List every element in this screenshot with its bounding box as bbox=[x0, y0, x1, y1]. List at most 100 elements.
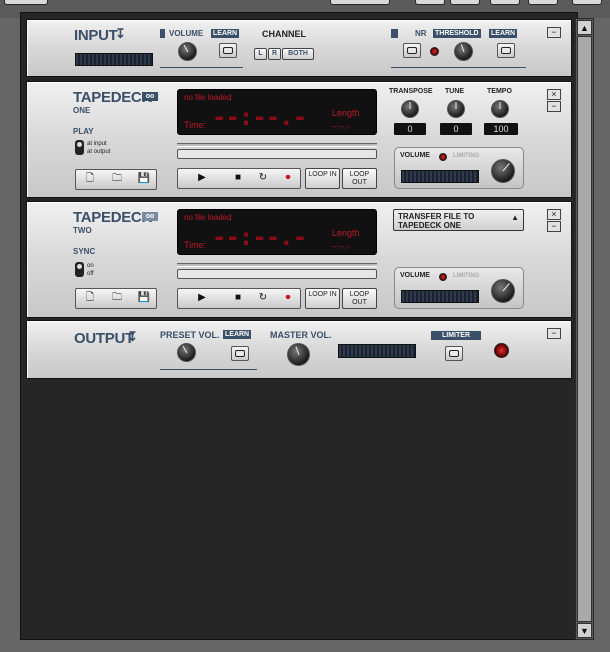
position-slider[interactable] bbox=[177, 269, 377, 279]
threshold-knob[interactable] bbox=[454, 42, 473, 61]
channel-label: CHANNEL bbox=[262, 29, 306, 39]
loop-icon[interactable]: ↻ bbox=[252, 289, 274, 307]
position-slider[interactable] bbox=[177, 149, 377, 159]
transpose-value[interactable]: 0 bbox=[394, 123, 426, 135]
scroll-up-icon[interactable]: ▲ bbox=[577, 20, 592, 35]
play-source-toggle[interactable] bbox=[75, 140, 84, 155]
tapedeck-one-title: TAPEDECK bbox=[73, 89, 152, 106]
volume-section: VOLUME LIMITING bbox=[394, 267, 524, 309]
volume-label: VOLUME bbox=[169, 29, 204, 38]
new-file-icon[interactable]: 🗋 bbox=[77, 289, 103, 307]
output-level-meter bbox=[338, 344, 416, 358]
time-label: Time: bbox=[184, 240, 207, 250]
input-panel: INPUT ↧ VOLUME LEARN CHANNEL L R BOTH NR… bbox=[26, 19, 572, 77]
tapedeck-one-display: no file loaded Time: --:--.- Length --:-… bbox=[177, 89, 377, 135]
minimize-icon[interactable]: − bbox=[547, 27, 561, 38]
input-arrow-icon: ↧ bbox=[115, 26, 126, 41]
volume-section: VOLUME LIMITING bbox=[394, 147, 524, 189]
volume-learn-button[interactable] bbox=[219, 43, 237, 58]
stop-icon[interactable]: ■ bbox=[227, 289, 249, 307]
scroll-down-icon[interactable]: ▼ bbox=[577, 623, 592, 638]
minimize-icon[interactable]: − bbox=[547, 328, 561, 339]
volume-knob[interactable] bbox=[491, 279, 515, 303]
position-wind-bar[interactable] bbox=[177, 143, 377, 147]
loop-in-button[interactable]: LOOP IN bbox=[305, 168, 340, 189]
toolbar-button[interactable] bbox=[415, 0, 445, 5]
nr-marker-icon bbox=[391, 29, 398, 38]
limiting-led-icon bbox=[439, 273, 447, 281]
open-folder-icon[interactable]: 🗀 bbox=[104, 289, 130, 307]
tempo-knob[interactable] bbox=[491, 100, 509, 118]
volume-label: VOLUME bbox=[400, 152, 430, 159]
open-folder-icon[interactable]: 🗀 bbox=[104, 170, 130, 188]
volume-label: VOLUME bbox=[400, 272, 430, 279]
transpose-knob[interactable] bbox=[401, 100, 419, 118]
file-status: no file loaded bbox=[184, 213, 232, 222]
volume-meter bbox=[401, 290, 479, 303]
minimize-icon[interactable]: − bbox=[547, 221, 561, 232]
close-icon[interactable]: × bbox=[547, 209, 561, 220]
cassette-icon: oo bbox=[142, 212, 158, 221]
length-label: Length bbox=[332, 228, 360, 238]
transfer-file-dropdown[interactable]: TRANSFER FILE TO TAPEDECK ONE ▲ bbox=[393, 209, 524, 231]
preset-vol-knob[interactable] bbox=[177, 343, 196, 362]
loop-out-button[interactable]: LOOP OUT bbox=[342, 288, 377, 309]
position-wind-bar[interactable] bbox=[177, 263, 377, 267]
tapedeck-two-panel: TAPEDECK oo TWO SYNC on off 🗋 🗀 💾 no fil… bbox=[26, 201, 572, 318]
master-vol-knob[interactable] bbox=[287, 343, 310, 366]
record-icon[interactable]: ⏺ bbox=[277, 289, 299, 307]
tempo-value[interactable]: 100 bbox=[484, 123, 518, 135]
tune-value[interactable]: 0 bbox=[440, 123, 472, 135]
play-icon[interactable]: ▶ bbox=[187, 289, 217, 307]
output-title: OUTPUT bbox=[74, 330, 134, 347]
channel-r-button[interactable]: R bbox=[268, 48, 281, 60]
toolbar-button[interactable] bbox=[450, 0, 480, 5]
threshold-learn-button[interactable] bbox=[497, 43, 515, 58]
tapedeck-one-subtitle: ONE bbox=[73, 106, 91, 115]
channel-l-button[interactable]: L bbox=[254, 48, 267, 60]
input-title: INPUT bbox=[74, 27, 118, 44]
tapedeck-two-subtitle: TWO bbox=[73, 226, 92, 235]
threshold-label: THRESHOLD bbox=[433, 29, 481, 38]
record-icon[interactable]: ⏺ bbox=[277, 169, 299, 187]
minimize-icon[interactable]: − bbox=[547, 101, 561, 112]
stop-icon[interactable]: ■ bbox=[227, 169, 249, 187]
channel-both-button[interactable]: BOTH bbox=[282, 48, 314, 60]
loop-icon[interactable]: ↻ bbox=[252, 169, 274, 187]
play-icon[interactable]: ▶ bbox=[187, 169, 217, 187]
input-level-meter bbox=[75, 53, 153, 66]
nr-button[interactable] bbox=[403, 43, 421, 58]
save-icon[interactable]: 💾 bbox=[131, 170, 157, 188]
volume-knob[interactable] bbox=[178, 42, 197, 61]
volume-knob[interactable] bbox=[491, 159, 515, 183]
volume-learn-tag: LEARN bbox=[211, 29, 240, 38]
file-status: no file loaded bbox=[184, 93, 232, 102]
scrollbar-thumb[interactable] bbox=[577, 36, 592, 622]
new-file-icon[interactable]: 🗋 bbox=[77, 170, 103, 188]
cassette-icon: oo bbox=[142, 92, 158, 101]
preset-underline bbox=[160, 369, 257, 370]
close-icon[interactable]: × bbox=[547, 89, 561, 100]
toolbar-button[interactable] bbox=[572, 0, 602, 5]
length-value: --:--.- bbox=[332, 122, 350, 131]
tune-label: TUNE bbox=[445, 88, 465, 95]
loop-out-button[interactable]: LOOP OUT bbox=[342, 168, 377, 189]
transfer-file-label: TRANSFER FILE TO TAPEDECK ONE bbox=[398, 212, 475, 230]
app-window: ▲ ▼ INPUT ↧ VOLUME LEARN CHANNEL L R BOT… bbox=[0, 0, 610, 652]
toolbar-button[interactable] bbox=[528, 0, 558, 5]
time-readout: --:--.- bbox=[212, 103, 307, 131]
tune-knob[interactable] bbox=[447, 100, 465, 118]
sync-toggle[interactable] bbox=[75, 262, 84, 277]
toolbar-button[interactable] bbox=[490, 0, 520, 5]
toolbar-button[interactable] bbox=[4, 0, 48, 5]
toolbar-button[interactable] bbox=[330, 0, 390, 5]
limiter-label: LIMITER bbox=[431, 331, 481, 340]
limiter-led-icon bbox=[494, 343, 509, 358]
output-arrow-icon: ↧ bbox=[127, 329, 138, 344]
preset-learn-button[interactable] bbox=[231, 346, 249, 361]
save-icon[interactable]: 💾 bbox=[131, 289, 157, 307]
limiting-led-icon bbox=[439, 153, 447, 161]
loop-in-button[interactable]: LOOP IN bbox=[305, 288, 340, 309]
vertical-scrollbar[interactable]: ▲ ▼ bbox=[575, 18, 594, 640]
limiter-button[interactable] bbox=[445, 346, 463, 361]
